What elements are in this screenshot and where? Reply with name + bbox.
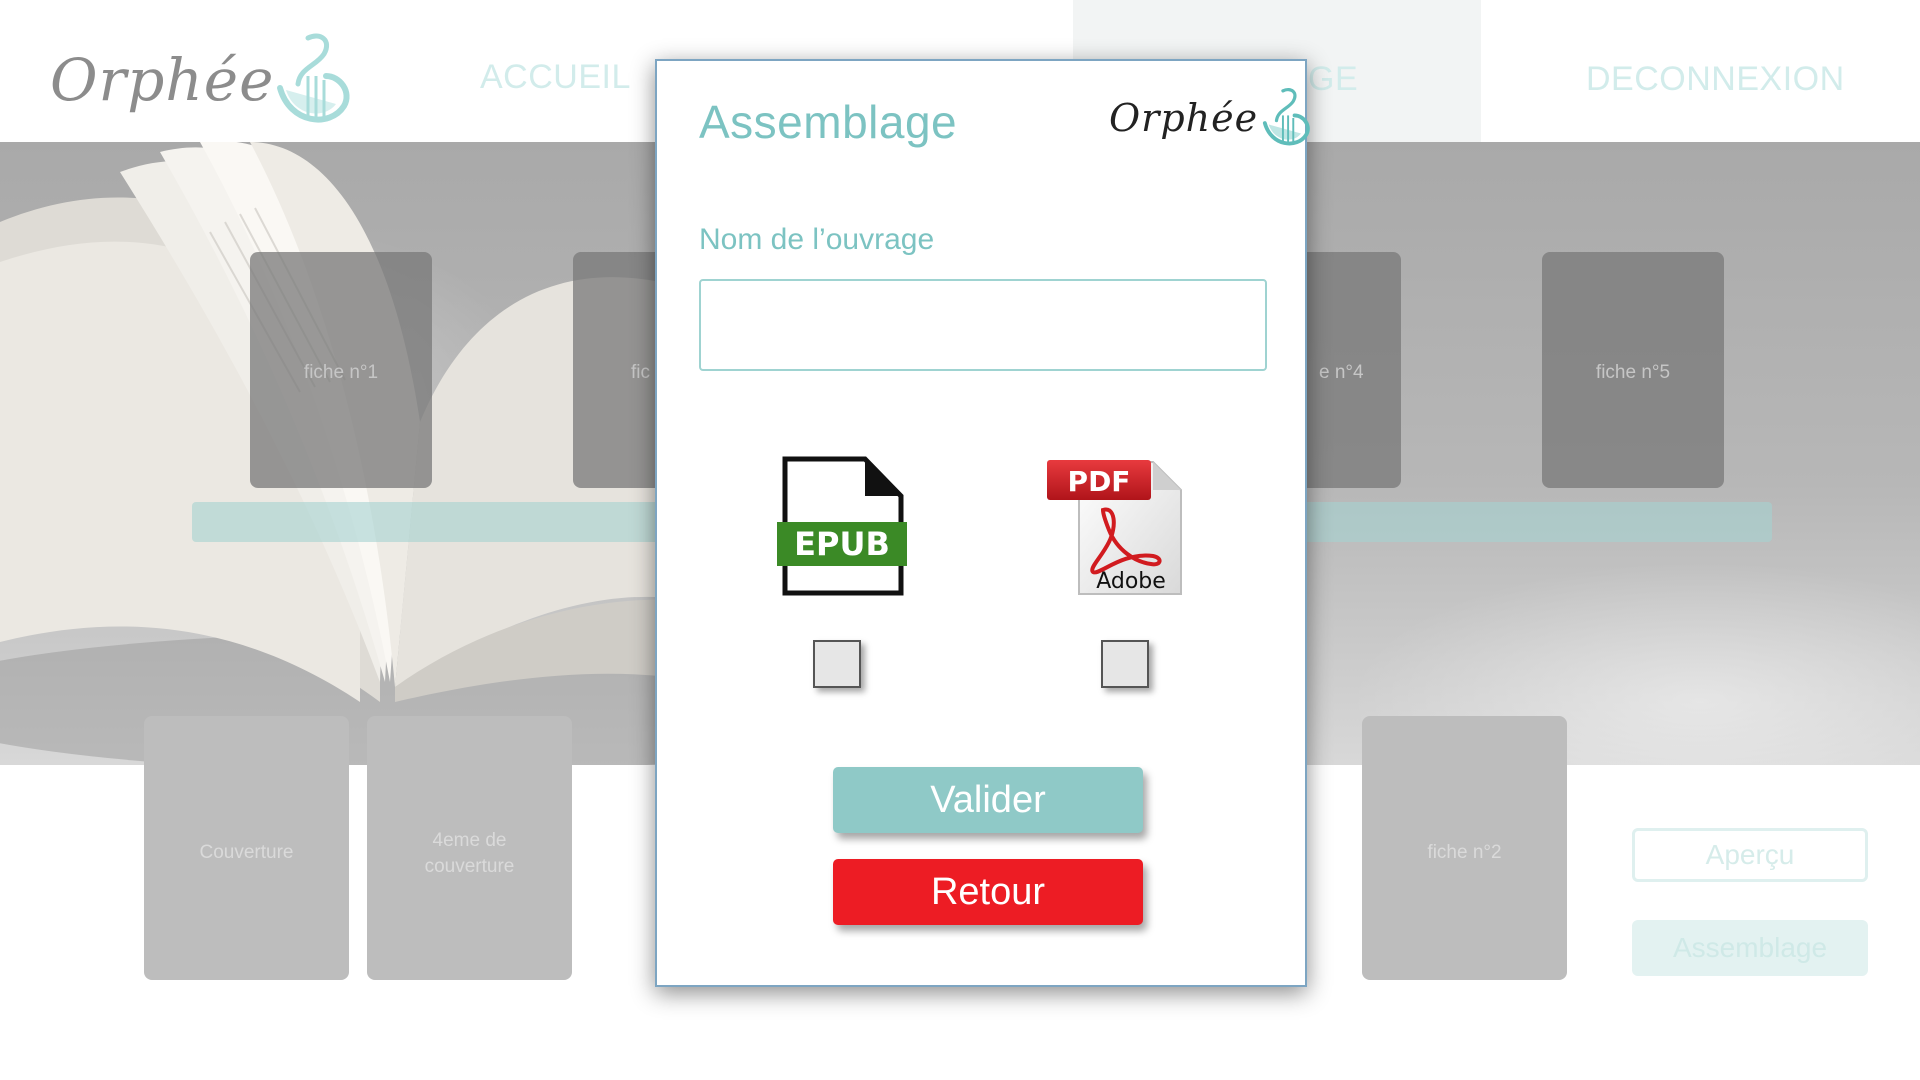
fiche-card[interactable]: e n°4 xyxy=(1305,252,1401,488)
fiche-2-card[interactable]: fiche n°2 xyxy=(1362,716,1567,980)
quatrieme-couverture-card[interactable]: 4eme de couverture xyxy=(367,716,572,980)
logo-text: Orphée xyxy=(50,46,275,114)
logo-text: Orphée xyxy=(1109,96,1259,140)
dialog-orphee-logo: Orphée xyxy=(1109,83,1312,153)
nav-active-label[interactable]: GE xyxy=(1308,60,1358,99)
pdf-checkbox[interactable] xyxy=(1101,640,1149,688)
pdf-icon-subtext: Adobe xyxy=(1096,569,1166,594)
lyre-icon xyxy=(1263,87,1310,146)
epub-file-icon: EPUB xyxy=(777,456,907,596)
epub-icon-text: EPUB xyxy=(794,525,890,563)
nom-ouvrage-input[interactable] xyxy=(699,279,1267,371)
orphee-logo[interactable]: Orphée xyxy=(50,30,350,130)
assemblage-button[interactable]: Assemblage xyxy=(1632,920,1868,976)
assemblage-dialog: Assemblage Orphée Nom de l’ouvrage EPUB xyxy=(655,59,1310,987)
fiche-card[interactable]: fiche n°1 xyxy=(250,252,432,488)
couverture-card-label: Couverture xyxy=(199,842,294,863)
quatrieme-couverture-card-label: 4eme de couverture xyxy=(424,830,515,877)
retour-button[interactable]: Retour xyxy=(833,859,1143,925)
pdf-icon-text: PDF xyxy=(1068,465,1131,498)
nav-accueil[interactable]: ACCUEIL xyxy=(480,58,631,97)
couverture-card[interactable]: Couverture xyxy=(144,716,349,980)
fiche-card-label: e n°4 xyxy=(1319,362,1364,383)
apercu-button[interactable]: Aperçu xyxy=(1632,828,1868,882)
fiche-card[interactable]: fiche n°5 xyxy=(1542,252,1724,488)
fiche-card[interactable]: fic xyxy=(573,252,663,488)
dialog-title: Assemblage xyxy=(699,96,958,148)
nav-deconnexion[interactable]: DECONNEXION xyxy=(1586,60,1845,99)
lyre-icon xyxy=(277,33,350,123)
fiche-card-label: fiche n°5 xyxy=(1595,362,1671,383)
epub-checkbox[interactable] xyxy=(813,640,861,688)
nom-ouvrage-label: Nom de l’ouvrage xyxy=(699,223,935,256)
fiche-2-card-label: fiche n°2 xyxy=(1427,842,1502,863)
valider-button[interactable]: Valider xyxy=(833,767,1143,833)
fiche-card-label: fiche n°1 xyxy=(303,362,379,383)
pdf-file-icon: PDF Adobe xyxy=(1047,460,1182,595)
